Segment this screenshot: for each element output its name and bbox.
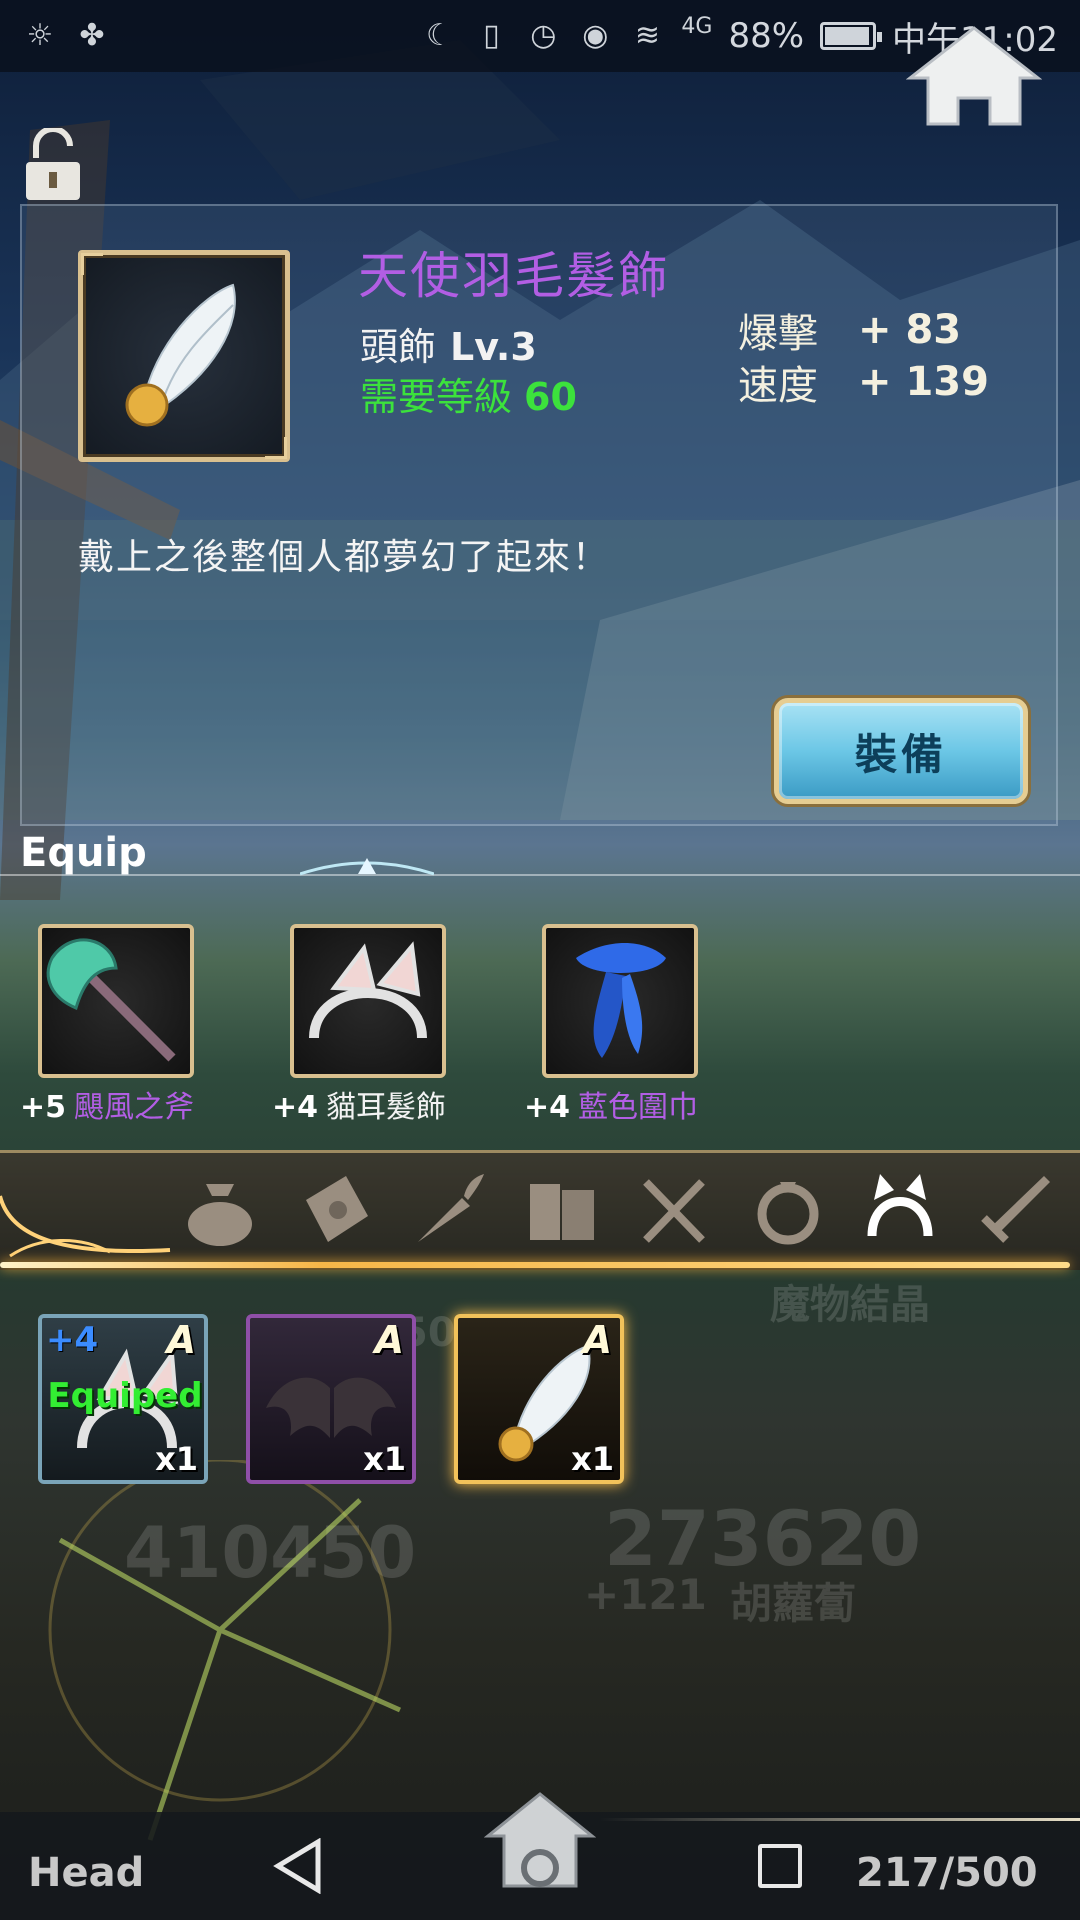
stat-label: 爆擊 xyxy=(738,311,818,357)
requirement-label: 需要等級 xyxy=(360,375,513,419)
equip-item-name: 颶風之斧 xyxy=(74,1090,195,1125)
item-slot-type: 頭飾 xyxy=(360,325,437,369)
brightness-icon: ☼ xyxy=(26,18,54,53)
slot-category-name: Head xyxy=(28,1850,145,1896)
scarf-icon xyxy=(576,943,666,1058)
equip-plus: +4 xyxy=(524,1090,571,1125)
ring-icon[interactable] xyxy=(748,1170,828,1250)
item-detail-panel: 天使羽毛髮飾 頭飾 Lv.3 需要等級 60 爆擊 + 83 速度 + 139 戴上… xyxy=(20,204,1058,826)
inventory-grade: A xyxy=(374,1318,404,1362)
ornament-icon xyxy=(0,1195,171,1258)
requirement-value: 60 xyxy=(524,375,577,419)
stat-row: 爆擊 + 83 xyxy=(738,304,989,357)
item-slot-level: 頭飾 Lv.3 xyxy=(360,316,537,371)
equip-label: +5 颶風之斧 xyxy=(20,1082,194,1126)
background-text: +121 xyxy=(584,1570,707,1619)
equip-section-title: Equip xyxy=(20,830,147,876)
background-text: 胡蘿蔔 xyxy=(730,1579,857,1628)
divider xyxy=(600,1818,1080,1821)
stat-value: + 83 xyxy=(858,307,962,353)
unlock-icon[interactable] xyxy=(22,128,84,204)
app-notification-icon: ✤ xyxy=(79,18,105,53)
alarm-icon: ◷ xyxy=(530,18,557,53)
background-text: 魔物結晶 xyxy=(770,1282,930,1328)
stat-row: 速度 + 139 xyxy=(738,356,989,409)
equip-label: +4 貓耳髮飾 xyxy=(272,1082,446,1126)
bag-icon[interactable] xyxy=(180,1170,260,1250)
axe-icon xyxy=(46,938,176,1062)
signal-4g-icon: 4G xyxy=(681,14,713,39)
home-button[interactable] xyxy=(906,24,1042,132)
battery-percent: 88% xyxy=(728,16,805,56)
equip-plus: +4 xyxy=(272,1090,319,1125)
status-bar-left: ☼ ✤ xyxy=(22,18,110,54)
recent-apps-icon[interactable] xyxy=(758,1844,802,1888)
inventory-qty: x1 xyxy=(155,1440,198,1478)
inventory-slot[interactable]: A x1 xyxy=(246,1314,416,1484)
home-nav-icon[interactable] xyxy=(484,1790,596,1890)
feather-icon xyxy=(125,283,236,427)
equipped-slot-head[interactable] xyxy=(290,924,446,1078)
book-icon[interactable] xyxy=(522,1170,602,1250)
battery-icon xyxy=(820,22,883,50)
stat-label: 速度 xyxy=(738,363,818,409)
item-description: 戴上之後整個人都夢幻了起來！ xyxy=(78,537,611,578)
utensils-icon[interactable] xyxy=(634,1170,714,1250)
equipped-slot-neck[interactable] xyxy=(542,924,698,1078)
inventory-plus: +4 xyxy=(46,1320,99,1360)
item-portrait xyxy=(78,250,290,462)
item-stats: 爆擊 + 83 速度 + 139 xyxy=(738,304,989,409)
equip-plus: +5 xyxy=(20,1090,67,1125)
inventory-slot-selected[interactable]: A x1 xyxy=(454,1314,624,1484)
back-icon[interactable] xyxy=(272,1838,324,1894)
inventory-slot[interactable]: +4 A Equiped x1 xyxy=(38,1314,208,1484)
sword-icon[interactable] xyxy=(974,1170,1054,1250)
eye-icon: ◉ xyxy=(582,18,609,53)
headband-icon[interactable] xyxy=(860,1170,940,1250)
equip-item-name: 貓耳髮飾 xyxy=(326,1090,447,1125)
equip-item-name: 藍色圍巾 xyxy=(578,1090,699,1125)
inventory-qty: x1 xyxy=(363,1440,406,1478)
item-name: 天使羽毛髮飾 xyxy=(358,247,670,305)
item-level: Lv.3 xyxy=(450,325,537,369)
item-requirement: 需要等級 60 xyxy=(360,366,577,421)
equipped-slot-weapon[interactable] xyxy=(38,924,194,1078)
vibrate-icon: ▯ xyxy=(483,18,500,53)
moon-icon: ☾ xyxy=(425,18,453,53)
category-glow-line xyxy=(0,1262,1070,1268)
inventory-grade: A xyxy=(166,1318,196,1362)
equipped-badge: Equiped xyxy=(47,1376,203,1416)
divider xyxy=(0,874,1080,876)
ornament-icon xyxy=(300,858,434,876)
carrot-icon[interactable] xyxy=(408,1170,488,1250)
equip-button[interactable]: 裝備 xyxy=(774,698,1028,804)
wifi-icon: ≋ xyxy=(634,18,660,53)
light-burst xyxy=(48,1460,402,1841)
cat-ear-headband-icon xyxy=(309,941,427,1039)
inventory-count: 217/500 xyxy=(856,1850,1038,1896)
stat-value: + 139 xyxy=(858,359,989,405)
inventory-qty: x1 xyxy=(571,1440,614,1478)
inventory-grade: A xyxy=(582,1318,612,1362)
equip-label: +4 藍色圍巾 xyxy=(524,1082,698,1126)
scroll-icon[interactable] xyxy=(296,1170,376,1250)
